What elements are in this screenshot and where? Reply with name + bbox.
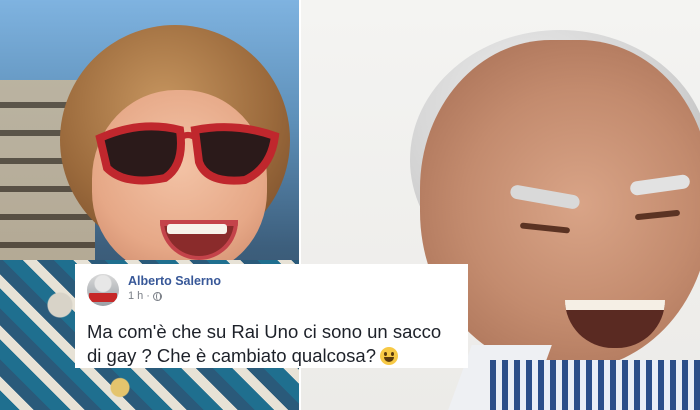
globe-icon [152,291,162,301]
post-header: Alberto Salerno 1 h · [87,274,456,306]
author-name[interactable]: Alberto Salerno [128,274,221,289]
post-timestamp[interactable]: 1 h [128,289,143,303]
man-shirt [490,360,700,410]
post-body: Ma com'è che su Rai Uno ci sono un sacco… [87,320,456,368]
facebook-post-card: Alberto Salerno 1 h · Ma com'è che su Ra… [75,264,468,368]
meta-separator: · [146,290,150,302]
woman-teeth [167,224,227,234]
grinning-face-emoji-icon [380,347,398,365]
author-avatar[interactable] [87,274,119,306]
avatar-banner [89,293,117,302]
post-meta: 1 h · [128,289,221,303]
red-sunglasses [95,122,280,185]
post-header-text: Alberto Salerno 1 h · [128,274,221,303]
